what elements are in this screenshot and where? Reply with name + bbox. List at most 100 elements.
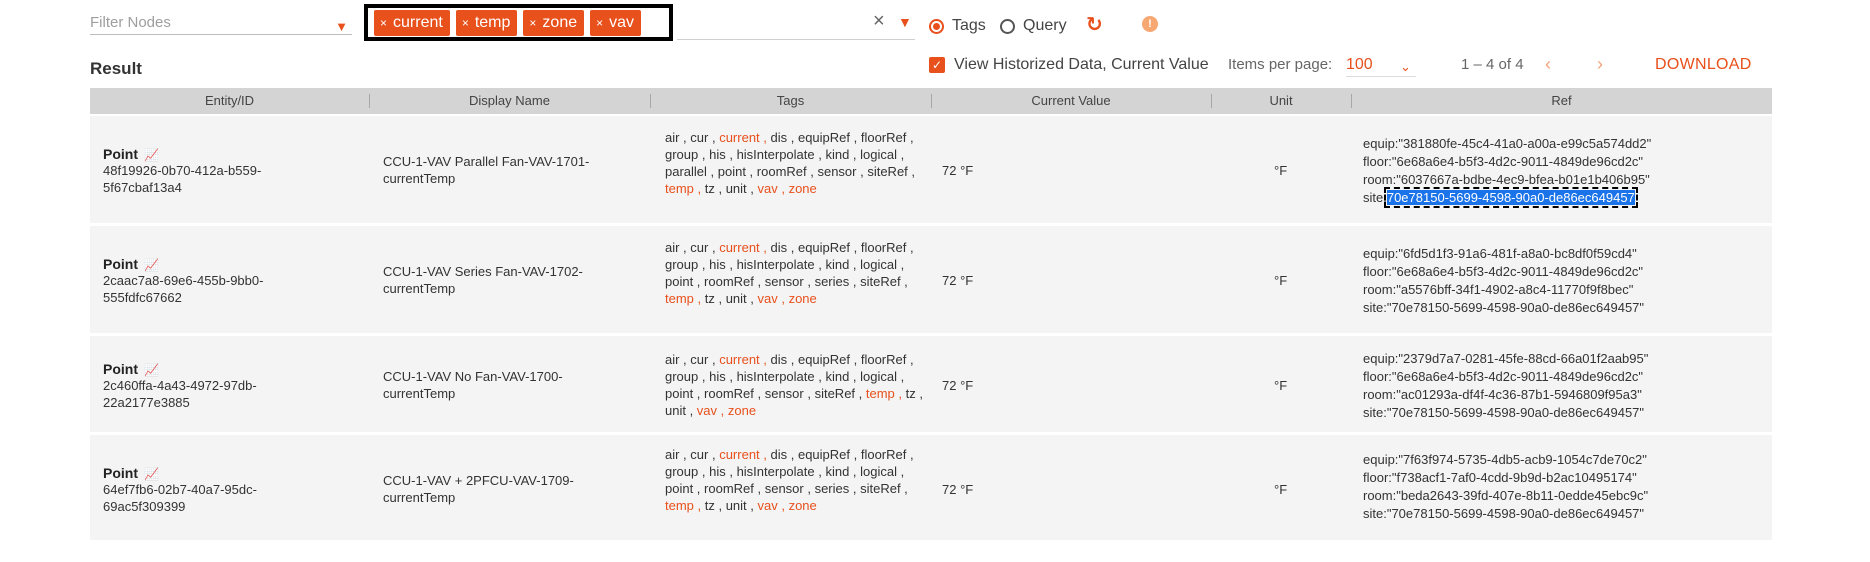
tag-item: sensor ,: [764, 386, 815, 401]
chart-icon[interactable]: 📈: [144, 148, 159, 162]
tag-item: kind ,: [825, 464, 861, 479]
column-header-ref[interactable]: Ref: [1351, 88, 1772, 114]
tag-item: cur ,: [690, 240, 720, 255]
remove-chip-icon[interactable]: ×: [529, 10, 536, 36]
column-header-display-name[interactable]: Display Name: [369, 88, 650, 114]
tag-item: equipRef ,: [797, 130, 861, 145]
tag-item: hisInterpolate ,: [736, 147, 826, 162]
pagination-range: 1 – 4 of 4: [1461, 56, 1524, 73]
tag-item: tz ,: [704, 291, 726, 306]
tag-chips-input[interactable]: × current × temp × zone × vav: [364, 4, 673, 41]
selected-text[interactable]: 70e78150-5699-4598-90a0-de86ec649457: [1383, 187, 1638, 208]
tag-item: his ,: [709, 369, 737, 384]
table-row[interactable]: Point 📈 2caac7a8-69e6-455b-9bb0- 555fdfc6…: [90, 226, 1772, 333]
table-header: Entity/ID Display Name Tags Current Valu…: [90, 88, 1772, 114]
entity-id: 2caac7a8-69e6-455b-9bb0-: [103, 273, 264, 288]
table-row[interactable]: Point 📈 64ef7fb6-02b7-40a7-95dc- 69ac5f30…: [90, 435, 1772, 540]
tags-cell: air , cur , current , dis , equipRef , f…: [665, 351, 927, 419]
display-name-cell: CCU-1-VAV No Fan-VAV-1700- currentTemp: [383, 369, 563, 401]
table-row[interactable]: Point 📈 48f19926-0b70-412a-b559- 5f67cbaf…: [90, 116, 1772, 223]
entity-id: 2c460ffa-4a43-4972-97db-: [103, 378, 257, 393]
tag-item: current ,: [719, 240, 771, 255]
tag-item: temp ,: [665, 498, 705, 513]
refresh-icon[interactable]: ↻: [1086, 12, 1103, 37]
tag-item: dis ,: [770, 240, 798, 255]
display-name-cell: CCU-1-VAV + 2PFCU-VAV-1709- currentTemp: [383, 473, 574, 505]
tag-item: air ,: [665, 240, 691, 255]
tags-cell: air , cur , current , dis , equipRef , f…: [665, 129, 927, 197]
entity-id: 5f67cbaf13a4: [103, 180, 182, 195]
mode-tags-radio[interactable]: Tags: [929, 17, 986, 35]
tag-item: roomRef ,: [756, 164, 818, 179]
previous-page-icon[interactable]: ‹: [1545, 54, 1551, 75]
table-row[interactable]: Point 📈 2c460ffa-4a43-4972-97db- 22a2177e…: [90, 336, 1772, 432]
tag-item: siteRef ,: [814, 386, 866, 401]
chart-icon[interactable]: 📈: [144, 363, 159, 377]
tag-item: cur ,: [690, 130, 720, 145]
tag-item: his ,: [709, 257, 737, 272]
tag-item: vav ,: [757, 181, 789, 196]
entity-type: Point: [103, 361, 138, 377]
remove-chip-icon[interactable]: ×: [596, 10, 603, 36]
display-name-cell: CCU-1-VAV Series Fan-VAV-1702- currentTe…: [383, 264, 583, 296]
tag-item: equipRef ,: [797, 352, 861, 367]
filter-nodes-input[interactable]: Filter Nodes ▼: [90, 14, 352, 35]
column-header-unit[interactable]: Unit: [1211, 88, 1351, 114]
remove-chip-icon[interactable]: ×: [380, 10, 387, 36]
view-historized-checkbox[interactable]: ✓: [929, 57, 945, 73]
radio-selected-icon[interactable]: [929, 18, 944, 34]
unit-cell: °F: [1274, 273, 1288, 288]
download-button[interactable]: DOWNLOAD: [1655, 56, 1752, 74]
entity-type: Point: [103, 256, 138, 272]
entity-id: 48f19926-0b70-412a-b559-: [103, 163, 262, 178]
column-header-current-value[interactable]: Current Value: [931, 88, 1211, 114]
column-header-tags[interactable]: Tags: [650, 88, 931, 114]
entity-type: Point: [103, 465, 138, 481]
tag-item: tz ,: [704, 498, 726, 513]
remove-chip-icon[interactable]: ×: [462, 10, 469, 36]
tag-item: siteRef ,: [867, 164, 916, 179]
tag-item: his ,: [709, 147, 737, 162]
chevron-down-icon[interactable]: ▼: [898, 14, 912, 30]
tag-chip-vav[interactable]: × vav: [590, 9, 642, 36]
entity-cell: Point 📈 2c460ffa-4a43-4972-97db- 22a2177e…: [103, 361, 257, 411]
tags-cell: air , cur , current , dis , equipRef , f…: [665, 239, 927, 307]
next-page-icon[interactable]: ›: [1597, 54, 1603, 75]
tag-item: floorRef ,: [860, 130, 914, 145]
tag-chip-zone[interactable]: × zone: [523, 9, 585, 36]
current-value-cell: 72 °F: [942, 273, 974, 288]
chevron-down-icon[interactable]: ▼: [335, 18, 348, 36]
tag-item: air ,: [665, 352, 691, 367]
ref-cell: equip:"7f63f974-5735-4db5-acb9-1054c7de7…: [1363, 452, 1649, 521]
mode-query-radio[interactable]: Query: [1000, 17, 1067, 35]
chart-icon[interactable]: 📈: [144, 258, 159, 272]
tag-item: vav ,: [696, 403, 728, 418]
tag-item: his ,: [709, 464, 737, 479]
tag-item: tz ,: [704, 181, 726, 196]
entity-type: Point: [103, 146, 138, 162]
tag-chip-current[interactable]: × current: [374, 9, 450, 36]
tag-item: series ,: [814, 481, 861, 496]
clear-tags-icon[interactable]: ×: [873, 10, 885, 33]
tag-chip-temp[interactable]: × temp: [455, 9, 518, 36]
tag-item: zone: [788, 498, 817, 513]
chart-icon[interactable]: 📈: [144, 467, 159, 481]
tag-item: kind ,: [825, 147, 861, 162]
chevron-down-icon[interactable]: ⌄: [1400, 59, 1411, 75]
info-icon[interactable]: !: [1142, 16, 1158, 32]
tag-item: unit ,: [725, 181, 758, 196]
tag-item: dis ,: [770, 352, 798, 367]
tag-item: equipRef ,: [797, 240, 861, 255]
ref-cell: equip:"2379d7a7-0281-45fe-88cd-66a01f2aa…: [1363, 351, 1649, 420]
mode-tags-label: Tags: [952, 17, 986, 34]
current-value-cell: 72 °F: [942, 163, 974, 178]
tag-item: equipRef ,: [797, 447, 861, 462]
result-title: Result: [90, 59, 142, 78]
column-header-entity-id[interactable]: Entity/ID: [90, 88, 369, 114]
tag-item: group ,: [665, 147, 710, 162]
entity-cell: Point 📈 48f19926-0b70-412a-b559- 5f67cbaf…: [103, 146, 261, 196]
tag-item: tz ,: [905, 386, 923, 401]
radio-unselected-icon[interactable]: [1000, 18, 1015, 34]
tag-item: point ,: [717, 164, 757, 179]
mode-query-label: Query: [1023, 17, 1067, 34]
